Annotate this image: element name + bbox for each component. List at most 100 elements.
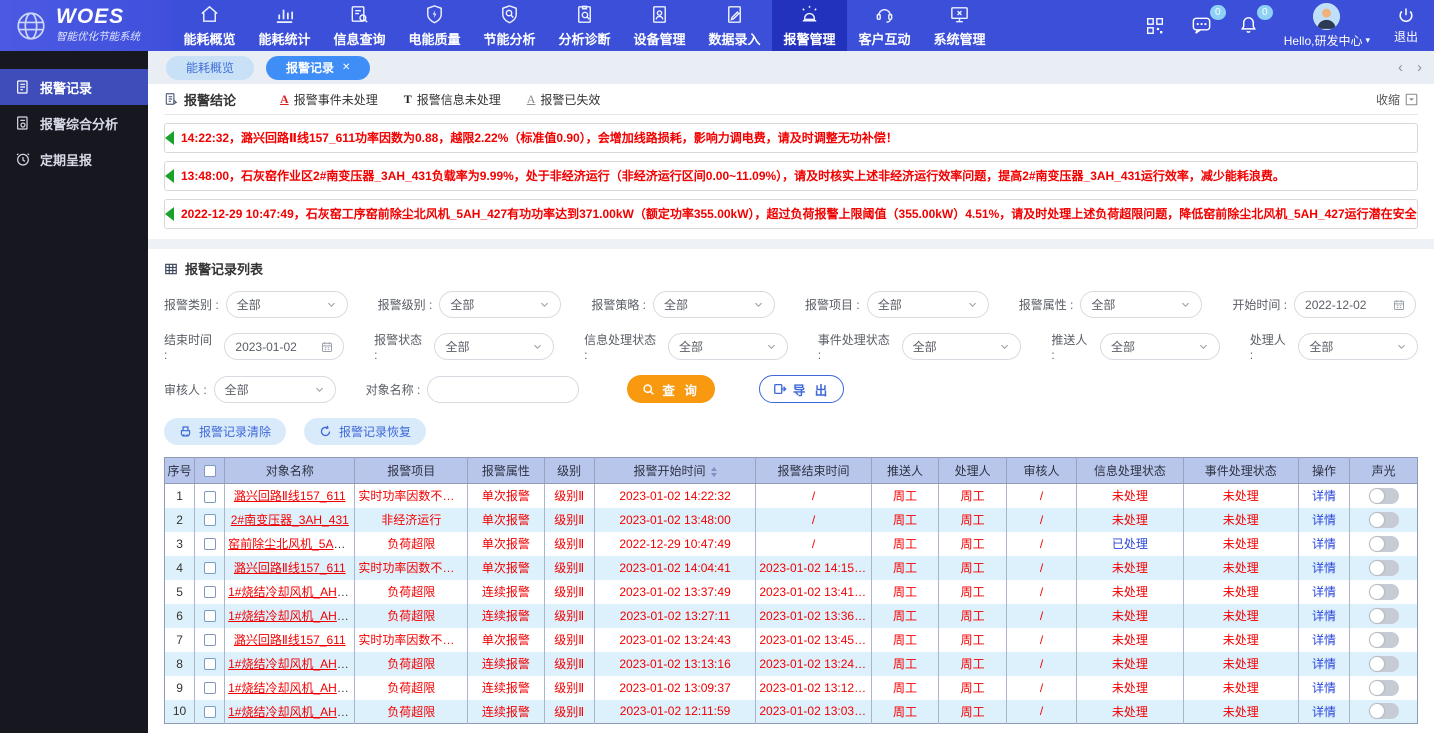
alarm-marker-icon	[165, 169, 174, 183]
messages-icon[interactable]: 0	[1190, 14, 1213, 37]
filter-control[interactable]: 2023-01-02	[224, 333, 344, 360]
filter-alarm-expired[interactable]: A 报警已失效	[527, 91, 601, 108]
object-name-link[interactable]: 1#烧结冷却风机_AH6_...	[228, 657, 355, 671]
filter-control[interactable]: 全部	[668, 333, 788, 360]
sidebar-item-alarm-analysis[interactable]: 报警综合分析	[0, 105, 148, 141]
select-all-checkbox[interactable]	[204, 465, 216, 477]
nav-item-energy-saving-analysis[interactable]: 节能分析	[472, 0, 547, 51]
filter-value: 全部	[450, 296, 474, 313]
user-menu[interactable]: Hello,研发中心 ▾	[1284, 3, 1370, 49]
sidebar-item-periodic-report[interactable]: 定期呈报	[0, 141, 148, 177]
nav-item-alarm-management[interactable]: 报警管理	[772, 0, 847, 51]
object-name-link[interactable]: 1#烧结冷却风机_AH6_...	[228, 681, 355, 695]
close-icon[interactable]: ✕	[342, 62, 350, 73]
row-checkbox[interactable]	[204, 706, 216, 718]
cell-event-status: 未处理	[1183, 628, 1298, 652]
row-checkbox[interactable]	[204, 491, 216, 503]
nav-item-customer-interaction[interactable]: 客户互动	[847, 0, 922, 51]
col-start-time[interactable]: 报警开始时间	[594, 458, 756, 484]
logout-button[interactable]: 退出	[1394, 6, 1418, 45]
sound-light-toggle[interactable]	[1369, 680, 1399, 696]
filter-control[interactable]: 全部	[902, 333, 1022, 360]
object-name-input[interactable]	[427, 376, 579, 403]
detail-link[interactable]: 详情	[1312, 537, 1336, 551]
qr-code-icon[interactable]	[1144, 15, 1166, 37]
sound-light-toggle[interactable]	[1369, 512, 1399, 528]
row-checkbox[interactable]	[204, 586, 216, 598]
detail-link[interactable]: 详情	[1312, 561, 1336, 575]
shield-search-icon	[498, 3, 521, 26]
cell-sound-light	[1350, 508, 1418, 532]
sound-light-toggle[interactable]	[1369, 560, 1399, 576]
sound-light-toggle[interactable]	[1369, 608, 1399, 624]
restore-records-button[interactable]: 报警记录恢复	[304, 418, 426, 445]
filter-label: 审核人 :	[164, 381, 207, 398]
filter-control[interactable]: 全部	[653, 291, 775, 318]
cell-handler: 周工	[939, 532, 1007, 556]
sound-light-toggle[interactable]	[1369, 632, 1399, 648]
collapse-button[interactable]: 收缩	[1376, 91, 1418, 108]
detail-link[interactable]: 详情	[1312, 513, 1336, 527]
object-name-link[interactable]: 窑前除尘北风机_5AH_...	[228, 537, 355, 551]
row-checkbox[interactable]	[204, 562, 216, 574]
search-button[interactable]: 查 询	[627, 375, 714, 403]
detail-link[interactable]: 详情	[1312, 633, 1336, 647]
filter-event-unhandled[interactable]: A 报警事件未处理	[280, 91, 378, 108]
tab-alarm-records[interactable]: 报警记录 ✕	[266, 56, 370, 80]
row-checkbox[interactable]	[204, 658, 216, 670]
object-name-link[interactable]: 1#烧结冷却风机_AH6_...	[228, 609, 355, 623]
detail-link[interactable]: 详情	[1312, 609, 1336, 623]
row-checkbox[interactable]	[204, 634, 216, 646]
object-name-link[interactable]: 潞兴回路Ⅱ线157_611	[234, 633, 346, 647]
filter-control[interactable]: 2022-12-02	[1294, 291, 1416, 318]
sound-light-toggle[interactable]	[1369, 536, 1399, 552]
sound-light-toggle[interactable]	[1369, 656, 1399, 672]
export-button[interactable]: 导 出	[759, 375, 844, 403]
sound-light-toggle[interactable]	[1369, 584, 1399, 600]
filter-control[interactable]: 全部	[226, 291, 348, 318]
nav-item-system-management[interactable]: 系统管理	[922, 0, 997, 51]
detail-link[interactable]: 详情	[1312, 681, 1336, 695]
filter-control[interactable]: 全部	[434, 333, 554, 360]
filter-control[interactable]: 全部	[1080, 291, 1202, 318]
object-name-field: 对象名称 :	[366, 376, 580, 403]
row-checkbox[interactable]	[204, 538, 216, 550]
clear-records-button[interactable]: 报警记录清除	[164, 418, 286, 445]
detail-link[interactable]: 详情	[1312, 705, 1336, 719]
detail-link[interactable]: 详情	[1312, 585, 1336, 599]
sound-light-toggle[interactable]	[1369, 488, 1399, 504]
filter-field: 信息处理状态 : 全部	[584, 331, 788, 362]
filter-control[interactable]: 全部	[867, 291, 989, 318]
nav-item-energy-overview[interactable]: 能耗概览	[172, 0, 247, 51]
row-checkbox[interactable]	[204, 610, 216, 622]
filter-control[interactable]: 全部	[1298, 333, 1418, 360]
filter-control[interactable]: 全部	[1100, 333, 1220, 360]
detail-link[interactable]: 详情	[1312, 657, 1336, 671]
nav-item-info-query[interactable]: 信息查询	[322, 0, 397, 51]
nav-item-energy-stats[interactable]: 能耗统计	[247, 0, 322, 51]
nav-item-device-management[interactable]: 设备管理	[622, 0, 697, 51]
nav-item-data-entry[interactable]: 数据录入	[697, 0, 772, 51]
detail-link[interactable]: 详情	[1312, 489, 1336, 503]
cell-start-time: 2023-01-02 14:04:41	[594, 556, 756, 580]
tabs-scroll-right-icon[interactable]: ›	[1417, 60, 1422, 75]
filter-control[interactable]: 全部	[439, 291, 561, 318]
row-checkbox[interactable]	[204, 514, 216, 526]
sidebar-item-alarm-records[interactable]: 报警记录	[0, 69, 148, 105]
tab-energy-overview[interactable]: 能耗概览	[166, 56, 254, 80]
object-name-link[interactable]: 1#烧结冷却风机_AH6_...	[228, 585, 355, 599]
nav-item-power-quality[interactable]: 电能质量	[397, 0, 472, 51]
sort-icon[interactable]	[711, 467, 717, 477]
filter-control[interactable]: 全部	[214, 376, 336, 403]
notifications-badge: 0	[1257, 5, 1273, 20]
tabs-scroll-left-icon[interactable]: ‹	[1398, 60, 1403, 75]
object-name-link[interactable]: 2#南变压器_3AH_431	[231, 513, 349, 527]
filter-info-unhandled[interactable]: T 报警信息未处理	[404, 91, 501, 108]
nav-item-analysis-diagnosis[interactable]: 分析诊断	[547, 0, 622, 51]
sound-light-toggle[interactable]	[1369, 703, 1399, 719]
notifications-bell-icon[interactable]: 0	[1237, 14, 1260, 37]
row-checkbox[interactable]	[204, 682, 216, 694]
object-name-link[interactable]: 潞兴回路Ⅱ线157_611	[234, 561, 346, 575]
object-name-link[interactable]: 1#烧结冷却风机_AH6_...	[228, 705, 355, 719]
object-name-link[interactable]: 潞兴回路Ⅱ线157_611	[234, 489, 346, 503]
